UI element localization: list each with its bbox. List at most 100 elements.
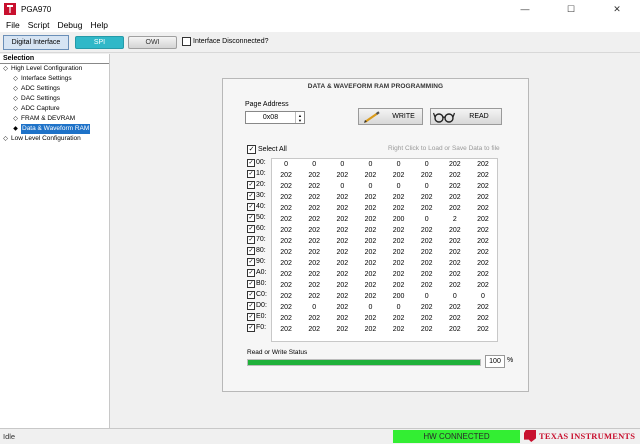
page-address-value[interactable]: 0x08 <box>246 114 295 121</box>
data-cell[interactable]: 0 <box>413 181 441 192</box>
data-cell[interactable]: 0 <box>300 302 328 313</box>
row-select[interactable]: ✓ 60: <box>247 223 267 234</box>
data-cell[interactable]: 202 <box>272 269 300 280</box>
data-cell[interactable]: 202 <box>328 302 356 313</box>
data-cell[interactable]: 202 <box>469 192 497 203</box>
data-cell[interactable]: 202 <box>413 203 441 214</box>
data-cell[interactable]: 202 <box>272 192 300 203</box>
checkbox-icon[interactable] <box>182 37 191 46</box>
data-cell[interactable]: 0 <box>356 181 384 192</box>
data-cell[interactable]: 202 <box>469 236 497 247</box>
check-icon[interactable]: ✓ <box>247 246 255 255</box>
data-cell[interactable]: 202 <box>385 192 413 203</box>
data-cell[interactable]: 0 <box>272 159 300 170</box>
check-icon[interactable]: ✓ <box>247 323 255 332</box>
data-cell[interactable]: 202 <box>272 280 300 291</box>
data-cell[interactable]: 202 <box>272 313 300 324</box>
data-cell[interactable]: 202 <box>272 247 300 258</box>
data-cell[interactable]: 202 <box>413 269 441 280</box>
data-cell[interactable]: 0 <box>328 159 356 170</box>
menu-file[interactable]: File <box>2 20 24 30</box>
pane-splitter[interactable] <box>110 54 118 428</box>
read-button[interactable]: READ <box>430 108 502 125</box>
data-cell[interactable]: 202 <box>469 247 497 258</box>
data-cell[interactable]: 202 <box>356 258 384 269</box>
data-cell[interactable]: 202 <box>441 269 469 280</box>
check-icon[interactable]: ✓ <box>247 213 255 222</box>
row-select[interactable]: ✓ 50: <box>247 212 267 223</box>
data-cell[interactable]: 202 <box>328 203 356 214</box>
data-cell[interactable]: 202 <box>469 269 497 280</box>
data-cell[interactable]: 202 <box>441 302 469 313</box>
tree-item[interactable]: ◇ FRAM & DEVRAM <box>0 114 109 124</box>
data-cell[interactable]: 202 <box>385 203 413 214</box>
data-cell[interactable]: 202 <box>300 247 328 258</box>
row-select[interactable]: ✓ B0: <box>247 278 267 289</box>
check-icon[interactable]: ✓ <box>247 268 255 277</box>
data-cell[interactable]: 202 <box>272 225 300 236</box>
data-cell[interactable]: 202 <box>441 258 469 269</box>
data-cell[interactable]: 202 <box>300 291 328 302</box>
owi-button[interactable]: OWI <box>128 36 177 49</box>
check-icon[interactable]: ✓ <box>247 180 255 189</box>
check-icon[interactable]: ✓ <box>247 202 255 211</box>
data-cell[interactable]: 202 <box>272 236 300 247</box>
data-cell[interactable]: 202 <box>328 214 356 225</box>
check-icon[interactable]: ✓ <box>247 312 255 321</box>
data-cell[interactable]: 202 <box>385 258 413 269</box>
data-cell[interactable]: 202 <box>272 258 300 269</box>
data-cell[interactable]: 202 <box>385 324 413 335</box>
data-cell[interactable]: 202 <box>300 269 328 280</box>
data-cell[interactable]: 202 <box>469 159 497 170</box>
data-cell[interactable]: 0 <box>356 302 384 313</box>
data-cell[interactable]: 202 <box>272 214 300 225</box>
data-cell[interactable]: 202 <box>328 313 356 324</box>
data-cell[interactable]: 202 <box>356 324 384 335</box>
data-cell[interactable]: 202 <box>413 225 441 236</box>
data-cell[interactable]: 202 <box>413 280 441 291</box>
digital-interface-button[interactable]: Digital Interface <box>3 35 69 50</box>
data-cell[interactable]: 202 <box>356 313 384 324</box>
row-select[interactable]: ✓ 70: <box>247 234 267 245</box>
data-cell[interactable]: 202 <box>272 203 300 214</box>
interface-disconnected-checkbox[interactable]: Interface Disconnected? <box>182 37 269 46</box>
select-all-checkbox[interactable]: ✓ Select All <box>247 145 287 154</box>
menu-script[interactable]: Script <box>24 20 54 30</box>
data-cell[interactable]: 202 <box>469 170 497 181</box>
data-cell[interactable]: 202 <box>385 247 413 258</box>
data-cell[interactable]: 202 <box>356 247 384 258</box>
data-cell[interactable]: 202 <box>356 269 384 280</box>
tree-item[interactable]: ◇ DAC Settings <box>0 94 109 104</box>
data-cell[interactable]: 202 <box>385 236 413 247</box>
data-cell[interactable]: 202 <box>441 280 469 291</box>
data-cell[interactable]: 202 <box>328 170 356 181</box>
check-icon[interactable]: ✓ <box>247 145 256 154</box>
check-icon[interactable]: ✓ <box>247 257 255 266</box>
check-icon[interactable]: ✓ <box>247 301 255 310</box>
data-cell[interactable]: 202 <box>356 291 384 302</box>
data-cell[interactable]: 202 <box>413 313 441 324</box>
data-cell[interactable]: 202 <box>356 280 384 291</box>
data-cell[interactable]: 202 <box>441 247 469 258</box>
check-icon[interactable]: ✓ <box>247 224 255 233</box>
check-icon[interactable]: ✓ <box>247 279 255 288</box>
row-select[interactable]: ✓ 20: <box>247 179 267 190</box>
data-cell[interactable]: 202 <box>413 324 441 335</box>
data-cell[interactable]: 202 <box>300 280 328 291</box>
data-cell[interactable]: 202 <box>272 302 300 313</box>
data-cell[interactable]: 200 <box>385 214 413 225</box>
data-cell[interactable]: 202 <box>385 313 413 324</box>
data-cell[interactable]: 202 <box>272 181 300 192</box>
data-cell[interactable]: 0 <box>356 159 384 170</box>
data-cell[interactable]: 202 <box>356 203 384 214</box>
close-button[interactable]: ✕ <box>594 0 640 18</box>
menu-help[interactable]: Help <box>87 20 112 30</box>
check-icon[interactable]: ✓ <box>247 235 255 244</box>
data-cell[interactable]: 0 <box>385 181 413 192</box>
data-cell[interactable]: 202 <box>413 247 441 258</box>
data-cell[interactable]: 202 <box>441 313 469 324</box>
row-select[interactable]: ✓ 10: <box>247 168 267 179</box>
data-cell[interactable]: 202 <box>441 159 469 170</box>
row-select[interactable]: ✓ 80: <box>247 245 267 256</box>
data-cell[interactable]: 202 <box>300 236 328 247</box>
